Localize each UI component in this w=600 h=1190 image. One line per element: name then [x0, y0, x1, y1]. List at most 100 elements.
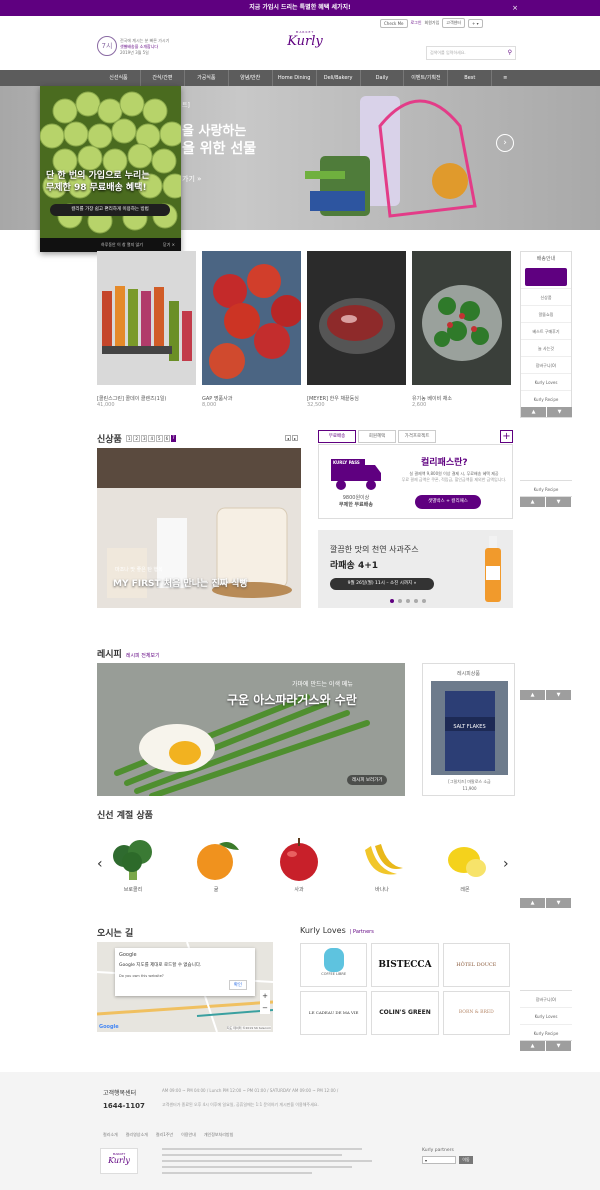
- page-number[interactable]: 3: [140, 435, 148, 442]
- scroll-down-icon[interactable]: ▼: [547, 407, 573, 417]
- footer-partners-select[interactable]: ▾: [422, 1156, 456, 1164]
- product-card[interactable]: 유기농 베이비 채소 2,600: [412, 251, 511, 408]
- season-item[interactable]: 바나나: [357, 836, 407, 893]
- season-prev-icon[interactable]: ‹: [97, 856, 103, 872]
- footer-link[interactable]: 컬리1주년: [156, 1132, 173, 1138]
- nav-item-best[interactable]: Best: [448, 70, 493, 86]
- partner-logo[interactable]: HÔTEL DOUCE: [442, 943, 510, 987]
- scroll-down-icon[interactable]: ▼: [546, 690, 572, 700]
- recipe-product[interactable]: 레시피상품 SALT FLAKES [그릴치즈] 마말로스 소금 11,900: [422, 663, 515, 796]
- product-card[interactable]: [MEYER] 한우 채끝등심 32,500: [307, 251, 406, 408]
- nav-item-fresh[interactable]: 신선식품: [97, 70, 141, 86]
- page-number-active[interactable]: 7: [171, 435, 176, 442]
- search-input[interactable]: 검색어를 입력하세요. ⚲: [426, 46, 516, 60]
- quick-menu-item[interactable]: Kurly Recipe: [520, 480, 572, 497]
- pager-dot[interactable]: [390, 599, 394, 603]
- recipe-banner[interactable]: 가마에 만드는 이색 메뉴 구운 아스파라거스와 수란 레시피 보러가기: [97, 663, 405, 799]
- logo[interactable]: MARKET Kurly: [280, 30, 330, 49]
- pager-dot[interactable]: [422, 599, 426, 603]
- pager-dot[interactable]: [406, 599, 410, 603]
- page-number[interactable]: 1: [125, 435, 133, 442]
- footer-link[interactable]: 컬리소개: [103, 1132, 118, 1138]
- kurly-pass-panel[interactable]: KURLY PASS 9800원이상 무제한 무료배송 컬리패스란? 실 결제액…: [318, 444, 513, 519]
- season-item[interactable]: 레몬: [440, 836, 490, 893]
- juice-date-button[interactable]: 9월 26일(월) 11시 – 소진 시까지 »: [330, 578, 434, 590]
- pager-dot[interactable]: [414, 599, 418, 603]
- loves-partners-link[interactable]: | Partners: [350, 929, 374, 935]
- nav-item-daily[interactable]: Daily: [361, 70, 405, 86]
- scroll-down-icon[interactable]: ▼: [546, 497, 572, 507]
- nav-item-sauce[interactable]: 양념/반찬: [229, 70, 273, 86]
- prev-icon[interactable]: ◂: [285, 435, 291, 441]
- close-icon[interactable]: ×: [512, 0, 518, 16]
- product-card[interactable]: [콜린스그린] 콜데이 클렌즈(1일) 41,000: [97, 251, 196, 408]
- quick-menu-item[interactable]: 장바구니(0): [520, 990, 572, 1007]
- scroll-down-icon[interactable]: ▼: [546, 1041, 572, 1051]
- check-button[interactable]: Check Me: [380, 18, 408, 28]
- more-plus-icon[interactable]: +: [500, 430, 513, 443]
- partner-logo[interactable]: BORN & BRED: [442, 991, 510, 1035]
- scroll-up-icon[interactable]: ▲: [520, 1041, 546, 1051]
- quick-menu-item[interactable]: 신상품: [521, 288, 571, 305]
- popup-cta-button[interactable]: 컬리를 가장 쉽고 편리하게 이용하는 방법: [50, 204, 170, 216]
- season-item[interactable]: 사과: [274, 836, 324, 893]
- hero-more-link[interactable]: 가기 »: [182, 174, 201, 184]
- tab-free-delivery[interactable]: 무료배송: [318, 430, 356, 443]
- partner-logo[interactable]: COLIN'S GREEN: [371, 991, 439, 1035]
- product-card[interactable]: GAP 명품사과 8,000: [202, 251, 303, 408]
- footer-link[interactable]: 개인정보처리방침: [204, 1132, 233, 1138]
- quick-menu-item[interactable]: Kurly Recipe: [521, 390, 571, 407]
- top-promo-bar[interactable]: 지금 가입시 드리는 특별한 혜택 세가지! ×: [0, 0, 600, 16]
- scroll-down-icon[interactable]: ▼: [546, 898, 572, 908]
- page-number[interactable]: 5: [156, 435, 163, 442]
- signup-link[interactable]: 회원가입: [425, 20, 440, 26]
- partner-logo[interactable]: COFFEE LIBRE: [300, 943, 368, 987]
- quick-menu-title[interactable]: 배송안내: [521, 252, 571, 266]
- nav-item-deli[interactable]: Deli/Bakery: [317, 70, 361, 86]
- map-widget[interactable]: Google Google 지도를 제대로 로드할 수 없습니다. Do you…: [97, 942, 273, 1032]
- hero-next-icon[interactable]: ›: [496, 134, 514, 152]
- partner-logo[interactable]: BISTECCA: [371, 943, 439, 987]
- scroll-up-icon[interactable]: ▲: [521, 407, 547, 417]
- page-number[interactable]: 2: [133, 435, 140, 442]
- tab-price-project[interactable]: 가격프로젝트: [398, 430, 436, 443]
- nav-item-snack[interactable]: 간식/간편: [141, 70, 185, 86]
- map-ok-button[interactable]: 확인: [228, 980, 247, 990]
- menu-icon[interactable]: ≡: [492, 70, 518, 86]
- new-product-banner[interactable]: 마조나 맛 좋은 탄 행복 MY FIRST 처음 만나는 진짜 식빵: [97, 448, 301, 608]
- quick-menu-item[interactable]: 늘 사는것: [521, 339, 571, 356]
- scroll-up-icon[interactable]: ▲: [520, 497, 546, 507]
- nav-item-home-dining[interactable]: Home Dining: [273, 70, 317, 86]
- recipe-all-link[interactable]: 레시피 전체보기: [126, 652, 160, 659]
- quick-menu-item[interactable]: Kurly Loves: [521, 373, 571, 390]
- season-next-icon[interactable]: ›: [503, 856, 509, 872]
- search-icon[interactable]: ⚲: [508, 49, 512, 56]
- quick-menu-item[interactable]: 장바구니(0): [521, 356, 571, 373]
- quick-menu-item[interactable]: Kurly Loves: [520, 1007, 572, 1024]
- popup-no-show-link[interactable]: 하루동안 이 창 열지 않기: [101, 242, 143, 247]
- lang-select[interactable]: + ▾: [468, 18, 483, 28]
- delivery-truck-icon[interactable]: [525, 268, 567, 286]
- juice-banner[interactable]: 깔끔한 맛의 천연 사과주스 라패송 4+1 9월 26일(월) 11시 – 소…: [318, 530, 513, 608]
- page-number[interactable]: 6: [163, 435, 171, 442]
- partner-logo[interactable]: LE CADEAU DE MA VIE: [300, 991, 368, 1035]
- season-item[interactable]: 브로콜리: [108, 836, 158, 893]
- next-icon[interactable]: ▸: [292, 435, 298, 441]
- cs-link[interactable]: 고객센터: [442, 18, 466, 28]
- footer-link[interactable]: 컬리영상소개: [126, 1132, 148, 1138]
- quick-menu-item[interactable]: 알뜰쇼핑: [521, 305, 571, 322]
- season-item[interactable]: 귤: [191, 836, 241, 893]
- quick-menu-item[interactable]: Kurly Recipe: [520, 1024, 572, 1041]
- quick-menu-item[interactable]: 베스트 구매후기: [521, 322, 571, 339]
- nav-item-event[interactable]: 이벤트/기획전: [404, 70, 449, 86]
- popup-close-button[interactable]: 닫기 ×: [163, 238, 175, 252]
- footer-partners-button[interactable]: 이동: [459, 1156, 473, 1164]
- page-number[interactable]: 4: [148, 435, 156, 442]
- nav-item-processed[interactable]: 가공식품: [185, 70, 229, 86]
- recipe-more-button[interactable]: 레시피 보러가기: [347, 775, 388, 785]
- pass-button[interactable]: 샛별박스 + 컬리패스: [415, 495, 481, 509]
- footer-link[interactable]: 이용안내: [181, 1132, 196, 1138]
- scroll-up-icon[interactable]: ▲: [520, 898, 546, 908]
- map-zoom-control[interactable]: + −: [260, 990, 270, 1014]
- login-link[interactable]: 로그인: [411, 20, 422, 26]
